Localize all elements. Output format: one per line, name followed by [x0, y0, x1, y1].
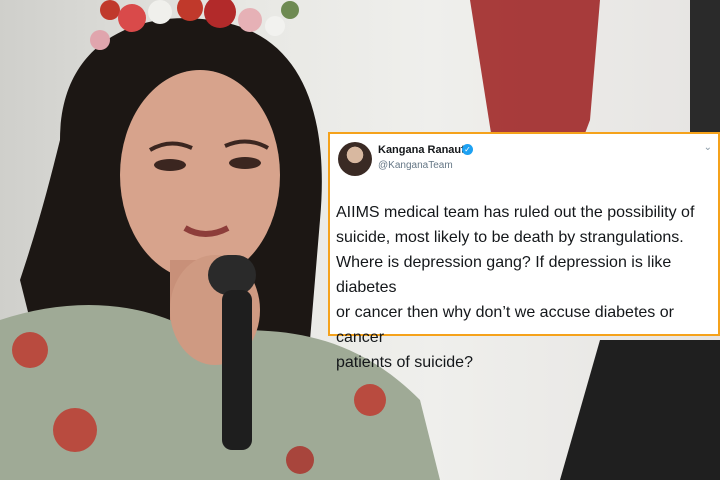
tweet-text: AIIMS medical team has ruled out the pos…: [336, 204, 695, 371]
verified-badge-icon: ✓: [462, 144, 473, 155]
right-eye: [229, 157, 261, 169]
microphone-head: [208, 255, 256, 295]
floral-pattern-3: [354, 384, 386, 416]
floral-pattern-1: [12, 332, 48, 368]
photo-scene: Kangana Ranaut ✓ @KanganaTeam ⌄ AIIMS me…: [0, 0, 720, 480]
dark-backdrop: [690, 0, 720, 140]
floral-pattern-2: [53, 408, 97, 452]
tweet-handle: @KanganaTeam: [378, 160, 453, 171]
tweet-author-name: Kangana Ranaut: [378, 144, 465, 156]
tweet-card: Kangana Ranaut ✓ @KanganaTeam ⌄ AIIMS me…: [328, 132, 720, 371]
left-eye: [154, 159, 186, 171]
microphone-handle: [222, 290, 252, 450]
floral-pattern-4: [286, 446, 314, 474]
avatar: [338, 142, 372, 176]
chevron-down-icon: ⌄: [703, 142, 712, 153]
face: [120, 70, 280, 280]
